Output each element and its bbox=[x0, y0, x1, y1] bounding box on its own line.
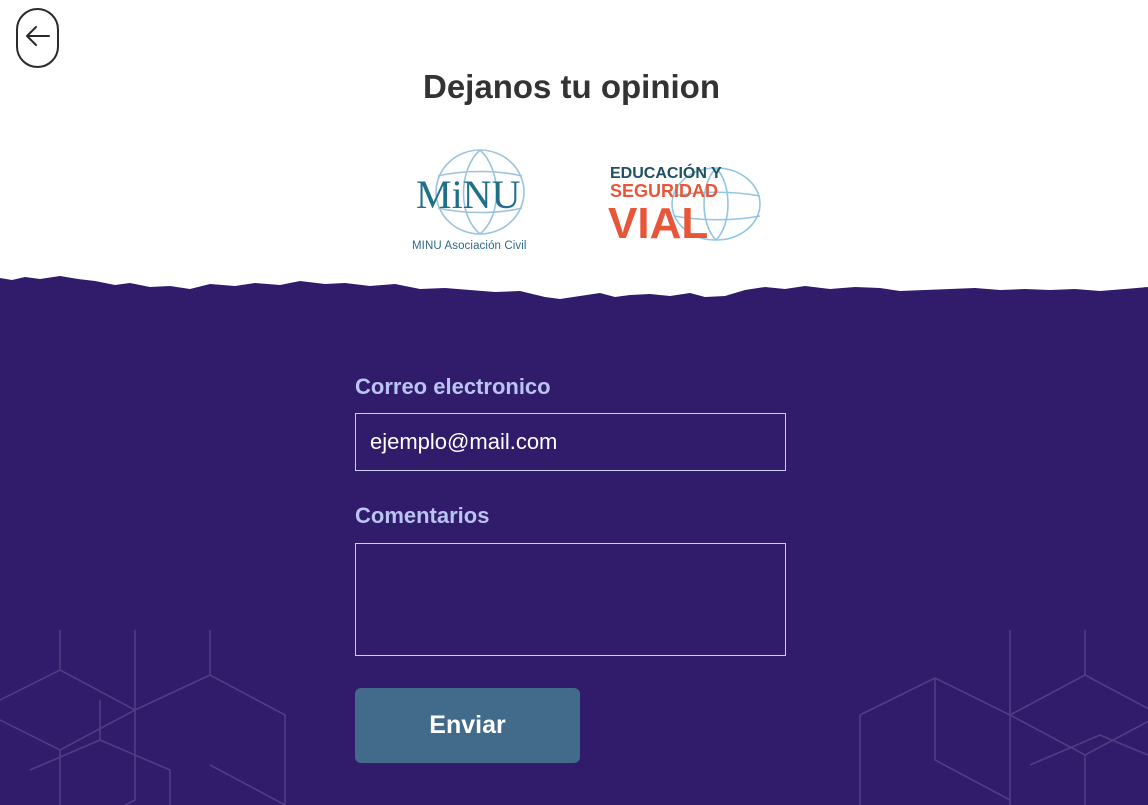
minu-caption: MINU Asociación Civil bbox=[412, 240, 527, 252]
arrow-left-icon bbox=[25, 25, 51, 52]
vial-line3: VIAL bbox=[608, 199, 708, 248]
page-title: Dejanos tu opinion bbox=[423, 68, 720, 105]
vial-line1: EDUCACIÓN Y bbox=[610, 163, 722, 182]
comments-label: Comentarios bbox=[355, 503, 490, 528]
back-button[interactable] bbox=[16, 8, 59, 68]
minu-wordmark: MiNU bbox=[416, 172, 521, 217]
comments-field[interactable] bbox=[355, 543, 786, 656]
send-button[interactable]: Enviar bbox=[355, 688, 580, 763]
vial-line2: SEGURIDAD bbox=[610, 181, 718, 201]
email-field[interactable] bbox=[355, 413, 786, 471]
purple-background bbox=[0, 276, 1148, 805]
email-label: Correo electronico bbox=[355, 374, 551, 399]
seguridad-vial-logo: EDUCACIÓN Y SEGURIDAD VIAL bbox=[606, 158, 766, 248]
